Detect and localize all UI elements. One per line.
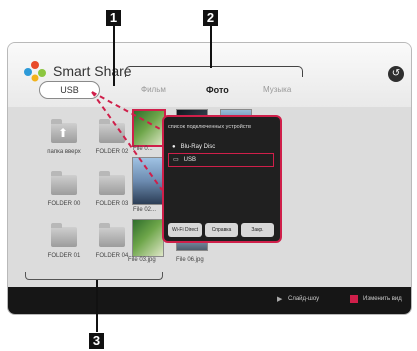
- usb-popup-connector: [91, 91, 163, 191]
